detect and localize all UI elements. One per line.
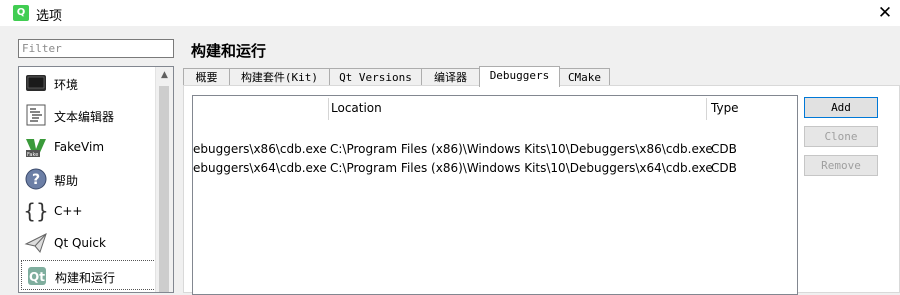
cell-type: CDB (711, 161, 737, 175)
add-button[interactable]: Add (804, 97, 878, 118)
window-title: 选项 (36, 9, 63, 24)
close-icon: ✕ (877, 3, 893, 23)
fakevim-icon: Fake (26, 139, 46, 158)
cell-name: ebuggers\x86\cdb.exe (193, 142, 327, 156)
sidebar-item-label: C++ (54, 204, 83, 218)
svg-text:Qt: Qt (29, 270, 45, 284)
qt-build-icon: Qt (28, 267, 46, 285)
column-separator[interactable] (328, 98, 329, 120)
title-bar: Q 选项 ✕ (0, 0, 900, 26)
sidebar-scrollbar[interactable]: ▲ (155, 67, 173, 292)
scroll-up-arrow-icon[interactable]: ▲ (156, 67, 173, 84)
text-editor-icon (26, 104, 46, 126)
cell-location: C:\Program Files (x86)\Windows Kits\10\D… (330, 161, 713, 175)
options-category-list[interactable]: 环境 文本编辑器 Fake FakeVim ? 帮助 {} C++ Qt Qui… (18, 66, 174, 293)
debuggers-panel: Location Type ebuggers\x86\cdb.exe C:\Pr… (183, 85, 900, 295)
sidebar-item-text-editor[interactable]: 文本编辑器 (21, 100, 156, 130)
help-icon: ? (25, 168, 47, 190)
tab-compilers[interactable]: 编译器 (421, 68, 480, 86)
sidebar-item-cpp[interactable]: {} C++ (21, 196, 156, 226)
filter-input[interactable] (18, 39, 174, 58)
svg-text:Fake: Fake (27, 152, 38, 158)
sidebar-item-label: Qt Quick (54, 236, 106, 250)
sidebar-item-fakevim[interactable]: Fake FakeVim (21, 132, 156, 162)
tab-overview[interactable]: 概要 (183, 68, 230, 86)
remove-button[interactable]: Remove (804, 155, 878, 176)
monitor-icon (26, 75, 46, 91)
qt-app-icon: Q (13, 5, 29, 21)
sidebar-item-environment[interactable]: 环境 (21, 68, 156, 98)
scroll-thumb[interactable] (159, 86, 169, 292)
debuggers-table[interactable]: Location Type ebuggers\x86\cdb.exe C:\Pr… (192, 95, 798, 295)
tab-cmake[interactable]: CMake (559, 68, 610, 86)
clone-button[interactable]: Clone (804, 126, 878, 147)
sidebar-item-build-run[interactable]: Qt 构建和运行 (21, 260, 156, 290)
tab-kits[interactable]: 构建套件(Kit) (229, 68, 330, 86)
close-button[interactable]: ✕ (870, 0, 900, 26)
tab-qt-versions[interactable]: Qt Versions (329, 68, 422, 86)
paper-plane-icon (24, 233, 47, 254)
column-separator[interactable] (706, 98, 707, 120)
cell-name: ebuggers\x64\cdb.exe (193, 161, 327, 175)
column-header-type[interactable]: Type (711, 96, 739, 121)
svg-text:?: ? (32, 172, 40, 188)
column-header-location[interactable]: Location (331, 96, 382, 121)
braces-icon: {} (24, 199, 48, 223)
page-title: 构建和运行 (191, 42, 267, 60)
svg-text:{}: {} (24, 199, 48, 223)
sidebar-item-label: 环境 (54, 78, 79, 92)
cell-location: C:\Program Files (x86)\Windows Kits\10\D… (330, 142, 713, 156)
sidebar-item-qt-quick[interactable]: Qt Quick (21, 228, 156, 258)
cell-type: CDB (711, 142, 737, 156)
sidebar-item-help[interactable]: ? 帮助 (21, 164, 156, 194)
sidebar-item-label: 帮助 (54, 174, 79, 188)
sidebar-item-label: FakeVim (54, 140, 105, 154)
tab-debuggers[interactable]: Debuggers (479, 66, 560, 87)
sidebar-item-label: 构建和运行 (55, 271, 116, 285)
sidebar-item-label: 文本编辑器 (54, 110, 115, 124)
